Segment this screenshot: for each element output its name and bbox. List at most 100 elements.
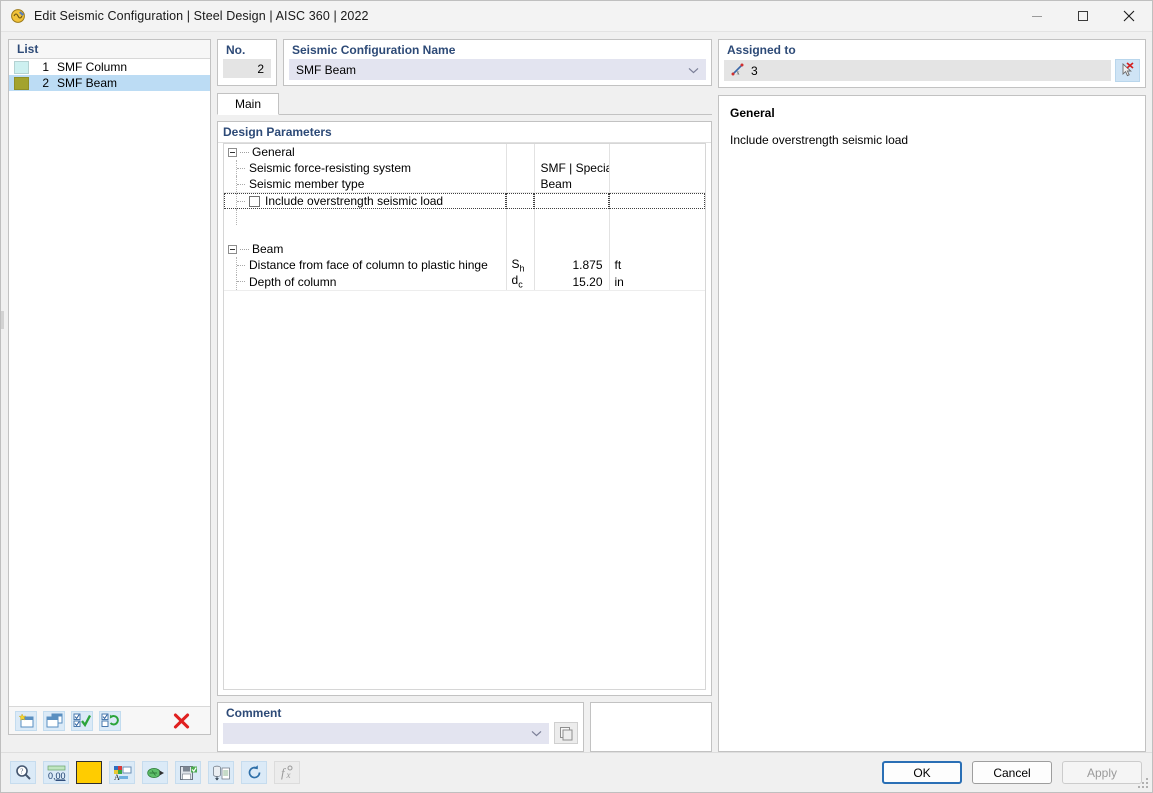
formula-button[interactable]: f x <box>274 761 300 784</box>
info-panel-text: Include overstrength seismic load <box>730 133 1134 147</box>
design-parameters-box: Design Parameters <box>217 121 712 696</box>
tab-strip: Main <box>217 93 712 115</box>
parameter-value[interactable]: 15.20 <box>534 273 609 290</box>
number-field-label: No. <box>218 40 276 59</box>
assigned-to-label: Assigned to <box>719 40 1145 59</box>
parameter-symbol-subscript: h <box>520 263 525 273</box>
parameter-label: Depth of column <box>249 275 336 289</box>
display-properties-button[interactable]: A <box>109 761 135 784</box>
invert-selection-button[interactable] <box>99 711 121 731</box>
table-row[interactable]: Depth of column dc 15.20 in <box>224 273 705 290</box>
parameter-value[interactable]: SMF | Special moment frames <box>541 161 610 175</box>
tree-connector <box>237 201 245 202</box>
parameter-symbol <box>506 160 534 176</box>
footer-toolbar: ? 0, 00 A <box>10 761 300 784</box>
save-as-button[interactable] <box>175 761 201 784</box>
parameter-symbol-subscript: c <box>518 280 523 290</box>
parameter-value[interactable]: 1.875 <box>534 257 609 273</box>
comment-input[interactable] <box>223 723 549 744</box>
info-panel-title: General <box>730 106 1134 120</box>
svg-text:x: x <box>737 70 740 76</box>
new-configuration-button[interactable] <box>15 711 37 731</box>
footer-buttons: OK Cancel Apply <box>882 761 1142 784</box>
tree-connector <box>240 249 249 250</box>
tree-connector <box>237 168 245 169</box>
comment-label: Comment <box>218 703 583 722</box>
parameter-label: Seismic force-resisting system <box>249 161 411 175</box>
table-row[interactable]: Seismic force-resisting system SMF | Spe… <box>224 160 705 176</box>
table-row-selected[interactable]: Include overstrength seismic load <box>224 193 705 210</box>
assigned-to-value: 3 <box>751 64 758 78</box>
configuration-list-panel: List 1 SMF Column 2 SMF Beam <box>8 39 211 735</box>
color-swatch-button[interactable] <box>76 761 102 784</box>
group-label: General <box>252 145 295 159</box>
tree-connector <box>237 265 245 266</box>
parameter-label: Include overstrength seismic load <box>265 194 443 208</box>
configuration-name-input[interactable]: SMF Beam <box>289 59 706 80</box>
tree-connector <box>237 281 245 282</box>
delete-configuration-button[interactable] <box>170 711 192 731</box>
close-button[interactable] <box>1106 1 1152 32</box>
parameter-label: Seismic member type <box>249 177 364 191</box>
main-column: No. 2 Seismic Configuration Name SMF Bea… <box>217 39 712 752</box>
header-fields-row: No. 2 Seismic Configuration Name SMF Bea… <box>217 39 712 86</box>
cancel-button[interactable]: Cancel <box>972 761 1052 784</box>
table-row[interactable]: Seismic member type Beam <box>224 176 705 193</box>
table-spacer-row <box>224 209 705 225</box>
list-item-label: SMF Column <box>57 60 127 74</box>
content-panes: Design Parameters <box>217 115 712 752</box>
deselect-members-button[interactable] <box>1115 59 1140 82</box>
assigned-to-field[interactable]: x 3 <box>724 60 1111 81</box>
configuration-name-box: Seismic Configuration Name SMF Beam <box>283 39 712 86</box>
dialog-footer: ? 0, 00 A <box>1 752 1152 792</box>
svg-text:x: x <box>285 770 290 780</box>
svg-text:0,: 0, <box>48 771 56 781</box>
reset-button[interactable] <box>241 761 267 784</box>
design-parameters-table-wrap: General <box>223 143 706 690</box>
parameter-unit <box>609 176 705 193</box>
dialog-body: List 1 SMF Column 2 SMF Beam <box>1 32 1152 752</box>
configuration-name-value: SMF Beam <box>296 63 356 77</box>
window-edge-marker <box>1 311 4 329</box>
list-item-number: 1 <box>36 60 49 74</box>
member-line-icon: x <box>731 63 746 79</box>
comment-side-panel <box>590 702 712 752</box>
apply-button[interactable]: Apply <box>1062 761 1142 784</box>
comment-box: Comment <box>217 702 584 752</box>
find-button[interactable]: ? <box>10 761 36 784</box>
parameter-unit: in <box>609 273 705 290</box>
number-field-box: No. 2 <box>217 39 277 86</box>
number-format-button[interactable]: 0, 00 <box>43 761 69 784</box>
minimize-button[interactable] <box>1014 1 1060 32</box>
design-parameters-table: General <box>224 144 705 291</box>
table-group-row[interactable]: General <box>224 144 705 160</box>
units-button[interactable] <box>208 761 234 784</box>
parameter-unit <box>609 160 705 176</box>
table-row[interactable]: Distance from face of column to plastic … <box>224 257 705 273</box>
select-all-button[interactable] <box>71 711 93 731</box>
list-item[interactable]: 2 SMF Beam <box>9 75 210 91</box>
svg-text:?: ? <box>20 768 23 776</box>
table-group-row[interactable]: Beam <box>224 241 705 257</box>
import-button[interactable] <box>142 761 168 784</box>
comment-copy-button[interactable] <box>554 722 578 744</box>
copy-configuration-button[interactable] <box>43 711 65 731</box>
tab-main[interactable]: Main <box>217 93 279 115</box>
ok-button[interactable]: OK <box>882 761 962 784</box>
group-label: Beam <box>252 242 283 256</box>
chevron-down-icon <box>688 63 699 77</box>
include-overstrength-checkbox[interactable] <box>249 196 260 207</box>
collapse-expander-icon[interactable] <box>228 148 237 157</box>
list-toolbar <box>9 706 210 734</box>
parameter-symbol: S <box>512 257 520 271</box>
parameter-value[interactable]: Beam <box>541 177 572 191</box>
tree-connector <box>240 152 249 153</box>
comment-row: Comment <box>217 702 712 752</box>
collapse-expander-icon[interactable] <box>228 245 237 254</box>
list-item[interactable]: 1 SMF Column <box>9 59 210 75</box>
maximize-button[interactable] <box>1060 1 1106 32</box>
resize-grip[interactable] <box>1138 778 1150 790</box>
assigned-to-box: Assigned to x 3 <box>718 39 1146 88</box>
list-item-label: SMF Beam <box>57 76 117 90</box>
parameter-unit: ft <box>609 257 705 273</box>
